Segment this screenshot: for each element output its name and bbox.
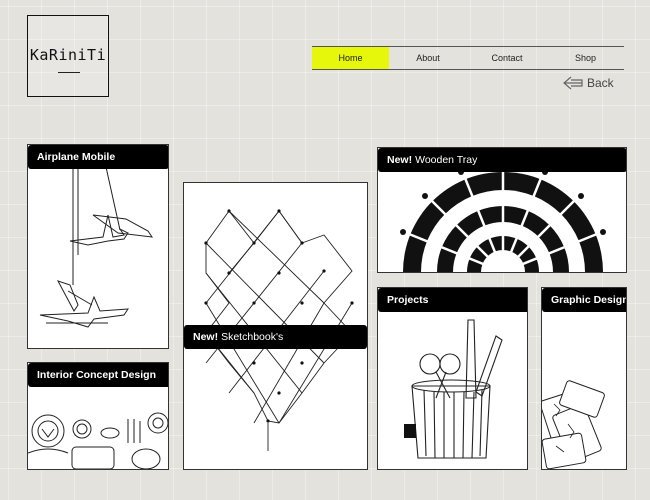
interior-concept-label[interactable]: Interior Concept Design [28, 363, 168, 387]
nav-item-contact[interactable]: Contact [467, 47, 547, 69]
card-projects[interactable]: Projects [377, 287, 528, 470]
card-wooden-tray[interactable]: New! Wooden Tray [377, 147, 627, 273]
nav-item-shop[interactable]: Shop [547, 47, 624, 69]
wooden-tray-label[interactable]: New! Wooden Tray [378, 148, 626, 172]
airplane-mobile-illustration [39, 166, 154, 328]
projects-label[interactable]: Projects [378, 288, 527, 312]
airplane-mobile-label[interactable]: Airplane Mobile [28, 145, 168, 169]
pencil-cup-illustration [404, 319, 503, 459]
sketchbooks-label[interactable]: New! Sketchbook's [184, 325, 367, 349]
graphic-design-label[interactable]: Graphic Design [542, 288, 626, 312]
card-graphic-design[interactable]: Graphic Design [541, 287, 627, 470]
sketchbooks-title: Sketchbook's [221, 331, 284, 343]
nav-item-about[interactable]: About [389, 47, 467, 69]
card-interior-concept[interactable]: Interior Concept Design [27, 362, 169, 470]
wooden-tray-new-badge: New! [387, 154, 413, 166]
logo-underline [58, 72, 80, 73]
nav-item-home[interactable]: Home [312, 47, 389, 69]
sketchbooks-new-badge: New! [193, 331, 219, 343]
card-airplane-mobile[interactable]: Airplane Mobile [27, 144, 169, 349]
left-arrow-icon [563, 76, 583, 90]
main-nav: Home About Contact Shop [312, 46, 624, 70]
wooden-tray-title: Wooden Tray [415, 154, 478, 166]
logo-text: KaRiniTi [29, 46, 107, 64]
back-label: Back [587, 76, 614, 90]
logo[interactable]: KaRiniTi [27, 15, 109, 97]
business-cards-illustration [542, 380, 605, 469]
card-sketchbooks[interactable]: New! Sketchbook's [183, 182, 368, 470]
